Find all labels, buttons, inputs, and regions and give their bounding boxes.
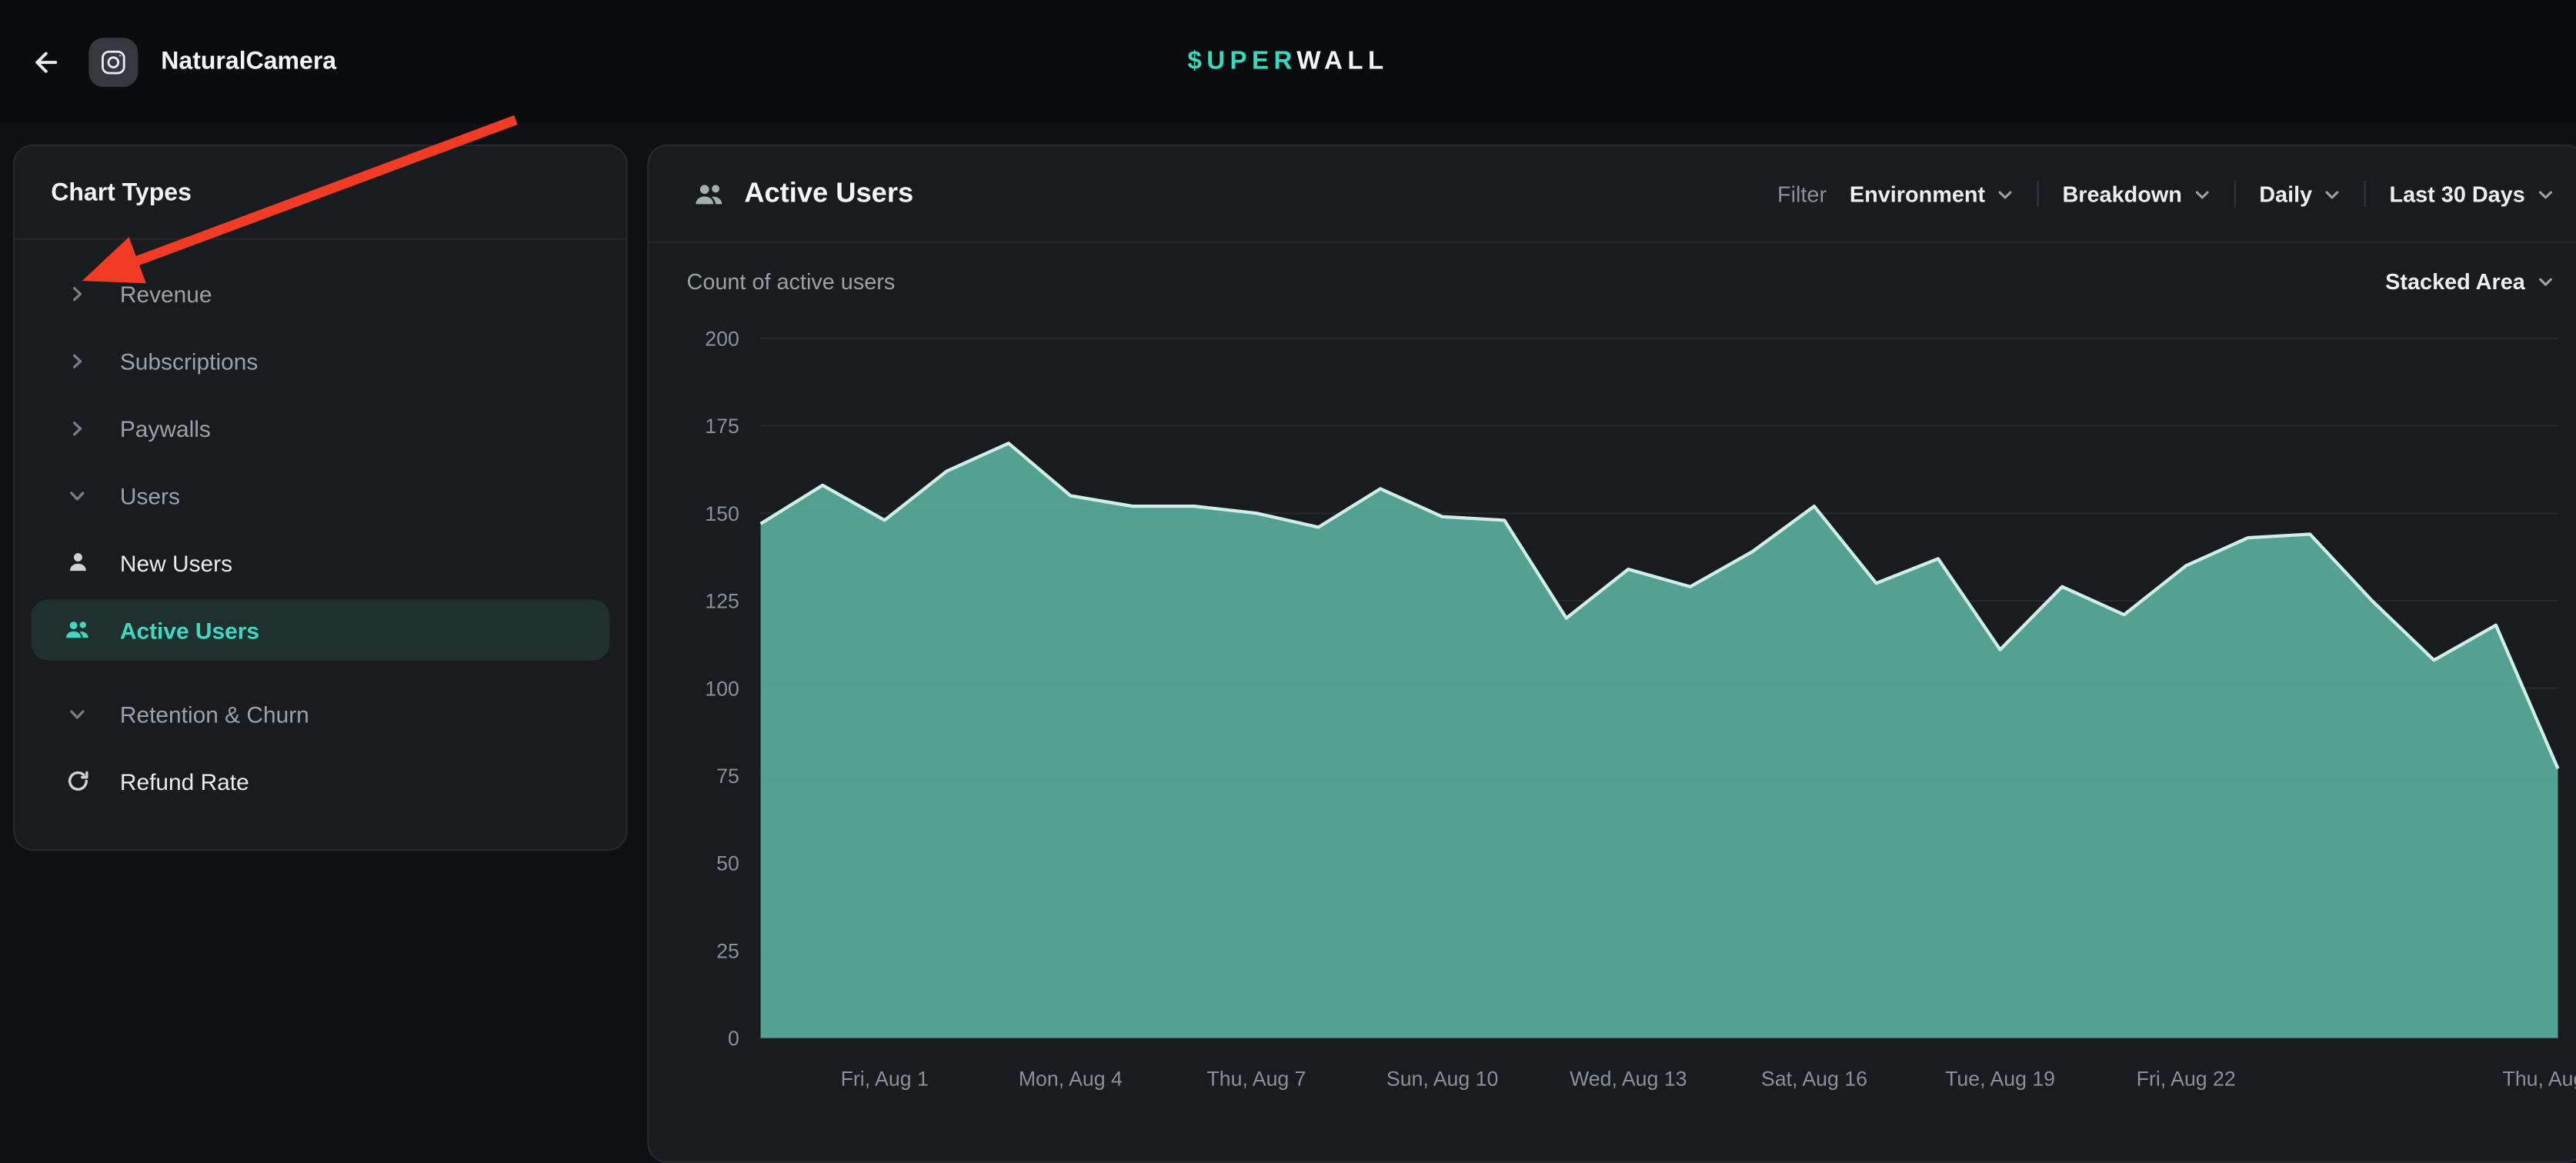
separator <box>2364 181 2366 207</box>
sidebar-item-refund-rate[interactable]: Refund Rate <box>15 748 626 815</box>
brand-accent: $UPER <box>1187 47 1296 75</box>
environment-dropdown[interactable]: Environment <box>1850 182 2015 206</box>
svg-text:Thu, Aug 28: Thu, Aug 28 <box>2503 1067 2576 1090</box>
svg-text:200: 200 <box>705 327 739 350</box>
app-name: NaturalCamera <box>161 48 336 75</box>
brand-rest: WALL <box>1296 47 1388 75</box>
chevron-down-icon <box>64 701 90 727</box>
sidebar-item-label: Active Users <box>120 617 259 643</box>
svg-text:75: 75 <box>716 765 739 788</box>
svg-text:Sun, Aug 10: Sun, Aug 10 <box>1386 1067 1498 1090</box>
sidebar-item-paywalls[interactable]: Paywalls <box>15 394 626 462</box>
chevron-right-icon <box>64 415 90 441</box>
chart-types-nav: Revenue Subscriptions Paywalls Users New… <box>15 240 626 815</box>
svg-text:0: 0 <box>728 1027 739 1050</box>
interval-dropdown[interactable]: Daily <box>2259 182 2341 206</box>
chevron-down-icon <box>2537 185 2554 202</box>
user-icon <box>64 549 90 575</box>
sidebar-item-new-users[interactable]: New Users <box>15 529 626 597</box>
chevron-right-icon <box>64 348 90 374</box>
refresh-icon <box>64 768 90 794</box>
separator <box>2234 181 2236 207</box>
sidebar-item-label: Retention & Churn <box>120 701 309 727</box>
svg-text:125: 125 <box>705 590 739 613</box>
interval-dropdown-value: Daily <box>2259 182 2312 206</box>
filter-bar: Filter Environment Breakdown Daily La <box>1777 146 2554 242</box>
sidebar-item-label: Users <box>120 482 180 508</box>
brand-logo: $UPERWALL <box>1187 47 1388 76</box>
sidebar-item-users[interactable]: Users <box>15 462 626 529</box>
sidebar-item-label: Subscriptions <box>120 348 258 374</box>
sidebar-item-label: Refund Rate <box>120 768 249 794</box>
date-range-dropdown[interactable]: Last 30 Days <box>2390 182 2555 206</box>
sidebar-item-subscriptions[interactable]: Subscriptions <box>15 327 626 395</box>
chevron-down-icon <box>2324 185 2341 202</box>
chart-type-dropdown[interactable]: Stacked Area <box>2385 268 2554 293</box>
page-title: Active Users <box>744 178 913 211</box>
date-range-dropdown-value: Last 30 Days <box>2390 182 2525 206</box>
chart-type-dropdown-value: Stacked Area <box>2385 268 2525 293</box>
chart-types-panel: Chart Types Revenue Subscriptions Paywal… <box>13 145 628 851</box>
camera-icon <box>97 45 130 78</box>
separator <box>2037 181 2039 207</box>
topbar: NaturalCamera $UPERWALL <box>0 0 2576 123</box>
svg-text:150: 150 <box>705 502 739 525</box>
chevron-down-icon <box>2537 272 2554 289</box>
breakdown-dropdown-value: Breakdown <box>2062 182 2181 206</box>
app-root: NaturalCamera $UPERWALL Chart Types Reve… <box>0 0 2576 1112</box>
environment-dropdown-value: Environment <box>1850 182 1985 206</box>
svg-text:50: 50 <box>716 852 739 875</box>
users-icon <box>693 180 725 208</box>
chevron-down-icon <box>1997 185 2014 202</box>
svg-text:Thu, Aug 7: Thu, Aug 7 <box>1206 1067 1306 1090</box>
sidebar-item-revenue[interactable]: Revenue <box>15 259 626 327</box>
svg-text:Fri, Aug 22: Fri, Aug 22 <box>2137 1067 2236 1090</box>
active-users-panel: Active Users Filter Environment Breakdow… <box>647 145 2576 1163</box>
sidebar-item-label: Revenue <box>120 280 212 306</box>
users-icon <box>64 617 90 643</box>
chevron-down-icon <box>2194 185 2211 202</box>
sidebar-item-label: New Users <box>120 549 232 575</box>
sidebar-item-label: Paywalls <box>120 415 211 441</box>
sidebar-title: Chart Types <box>15 146 626 238</box>
app-icon <box>88 37 138 86</box>
svg-text:Sat, Aug 16: Sat, Aug 16 <box>1761 1067 1867 1090</box>
svg-text:Fri, Aug 1: Fri, Aug 1 <box>841 1067 929 1090</box>
back-button[interactable] <box>16 32 75 92</box>
svg-text:25: 25 <box>716 939 739 962</box>
arrow-left-icon <box>29 45 62 78</box>
svg-text:Mon, Aug 4: Mon, Aug 4 <box>1019 1067 1123 1090</box>
svg-text:100: 100 <box>705 677 739 700</box>
svg-text:175: 175 <box>705 415 739 438</box>
breakdown-dropdown[interactable]: Breakdown <box>2062 182 2211 206</box>
chart-subtitle: Count of active users <box>687 268 896 293</box>
sidebar-item-retention-churn[interactable]: Retention & Churn <box>15 680 626 748</box>
chart-subheader: Count of active users Stacked Area <box>649 243 2576 318</box>
main-header: Active Users Filter Environment Breakdow… <box>649 146 2576 242</box>
sidebar-item-active-users[interactable]: Active Users <box>32 599 610 660</box>
svg-text:Tue, Aug 19: Tue, Aug 19 <box>1945 1067 2055 1090</box>
chevron-right-icon <box>64 280 90 306</box>
filter-label: Filter <box>1777 182 1827 206</box>
chevron-down-icon <box>64 482 90 508</box>
svg-text:Wed, Aug 13: Wed, Aug 13 <box>1570 1067 1687 1090</box>
